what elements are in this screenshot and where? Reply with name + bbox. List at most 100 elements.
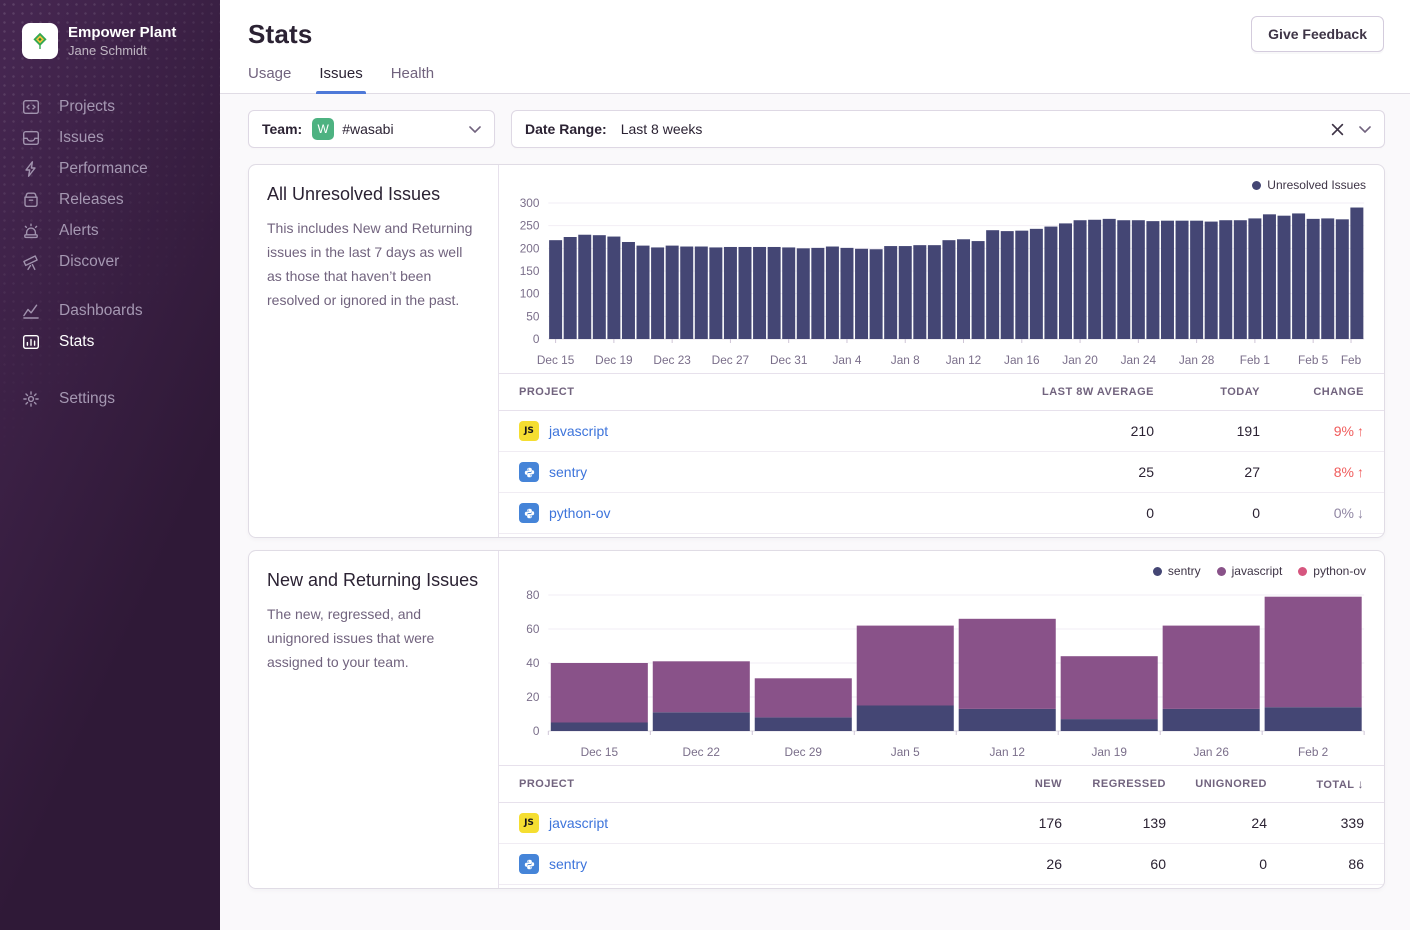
legend-label: python-ov bbox=[1313, 564, 1366, 578]
project-link[interactable]: javascript bbox=[549, 815, 608, 831]
svg-text:Jan 12: Jan 12 bbox=[989, 745, 1025, 759]
org-logo bbox=[22, 23, 58, 59]
sidebar-item-projects[interactable]: Projects bbox=[0, 91, 220, 122]
legend-dot bbox=[1252, 181, 1261, 190]
date-range-label: Date Range: bbox=[525, 121, 607, 137]
project-link[interactable]: sentry bbox=[549, 856, 587, 872]
give-feedback-button[interactable]: Give Feedback bbox=[1251, 16, 1384, 52]
stats-icon bbox=[22, 333, 40, 351]
unresolved-issues-table: PROJECTLAST 8W AVERAGETODAYCHANGE JS javas… bbox=[499, 373, 1384, 537]
bar-chart: 050100150200250300Dec 15Dec 19Dec 23Dec … bbox=[503, 171, 1374, 373]
svg-text:200: 200 bbox=[520, 241, 540, 255]
legend-label: javascript bbox=[1232, 564, 1283, 578]
platform-icon-python bbox=[519, 503, 539, 523]
legend-label: sentry bbox=[1168, 564, 1201, 578]
sidebar-item-label: Issues bbox=[59, 129, 104, 147]
change-cell: 0%↓ bbox=[1260, 505, 1364, 521]
value-cell: 60 bbox=[1062, 856, 1166, 872]
svg-text:Jan 5: Jan 5 bbox=[891, 745, 920, 759]
value-cell: 86 bbox=[1267, 856, 1364, 872]
sidebar-item-label: Dashboards bbox=[59, 302, 143, 320]
sidebar-item-performance[interactable]: Performance bbox=[0, 153, 220, 184]
svg-text:Feb 1: Feb 1 bbox=[1240, 353, 1271, 367]
svg-text:300: 300 bbox=[520, 196, 540, 210]
column-header-today[interactable]: TODAY bbox=[1154, 386, 1260, 398]
value-cell: 210 bbox=[974, 423, 1154, 439]
project-cell: JS javascript bbox=[519, 421, 974, 441]
date-range-select[interactable]: Date Range: Last 8 weeks bbox=[511, 110, 1385, 148]
org-switcher[interactable]: Empower Plant Jane Schmidt bbox=[0, 0, 220, 59]
team-value: #wasabi bbox=[342, 121, 393, 137]
legend-item-unresolved-issues[interactable]: Unresolved Issues bbox=[1252, 178, 1366, 192]
svg-text:Dec 22: Dec 22 bbox=[683, 745, 721, 759]
stats-tabs: Usage Issues Health bbox=[248, 65, 1384, 93]
column-header-project[interactable]: PROJECT bbox=[519, 778, 952, 790]
project-cell: sentry bbox=[519, 462, 974, 482]
sidebar-item-stats[interactable]: Stats bbox=[0, 326, 220, 357]
empower-plant-logo-icon bbox=[29, 30, 51, 52]
sidebar-item-releases[interactable]: Releases bbox=[0, 184, 220, 215]
svg-text:Jan 28: Jan 28 bbox=[1179, 353, 1215, 367]
value-cell: 25 bbox=[974, 464, 1154, 480]
sidebar-item-label: Settings bbox=[59, 390, 115, 408]
sidebar-item-settings[interactable]: Settings bbox=[0, 383, 220, 414]
chevron-down-icon[interactable] bbox=[469, 126, 481, 133]
column-header-last-8w-average[interactable]: LAST 8W AVERAGE bbox=[974, 386, 1154, 398]
releases-icon bbox=[22, 191, 40, 209]
sidebar-item-label: Stats bbox=[59, 333, 94, 351]
legend-item-sentry[interactable]: sentry bbox=[1153, 564, 1201, 578]
sidebar-item-label: Releases bbox=[59, 191, 124, 209]
column-header-project[interactable]: PROJECT bbox=[519, 386, 974, 398]
sidebar: Empower Plant Jane Schmidt Projects Issue… bbox=[0, 0, 220, 930]
sidebar-item-alerts[interactable]: Alerts bbox=[0, 215, 220, 246]
column-header-regressed[interactable]: REGRESSED bbox=[1062, 778, 1166, 790]
panel-description-column: New and Returning Issues The new, regres… bbox=[249, 551, 499, 888]
tab-issues[interactable]: Issues bbox=[319, 65, 362, 93]
team-select[interactable]: Team: W #wasabi bbox=[248, 110, 495, 148]
issues-icon bbox=[22, 129, 40, 147]
platform-icon-python bbox=[519, 462, 539, 482]
tab-usage[interactable]: Usage bbox=[248, 65, 291, 93]
sidebar-item-issues[interactable]: Issues bbox=[0, 122, 220, 153]
sidebar-item-dashboards[interactable]: Dashboards bbox=[0, 295, 220, 326]
table-row: JSjavascript2101919%↑ bbox=[499, 411, 1384, 452]
project-link[interactable]: javascript bbox=[549, 423, 608, 439]
platform-icon-python bbox=[519, 854, 539, 874]
platform-icon-javascript: JS bbox=[519, 421, 539, 441]
table-header-row: PROJECTLAST 8W AVERAGETODAYCHANGE bbox=[499, 374, 1384, 411]
table-row: sentry2660086 bbox=[499, 844, 1384, 885]
sidebar-item-discover[interactable]: Discover bbox=[0, 246, 220, 277]
page-title: Stats bbox=[248, 0, 1384, 50]
tab-health[interactable]: Health bbox=[391, 65, 434, 93]
projects-icon bbox=[22, 98, 40, 116]
column-header-change[interactable]: CHANGE bbox=[1260, 386, 1364, 398]
svg-text:20: 20 bbox=[526, 690, 540, 704]
legend-item-javascript[interactable]: javascript bbox=[1217, 564, 1283, 578]
svg-text:Feb 5: Feb 5 bbox=[1298, 353, 1329, 367]
chevron-down-icon[interactable] bbox=[1359, 126, 1371, 133]
legend-dot bbox=[1153, 567, 1162, 576]
change-cell: 8%↑ bbox=[1260, 464, 1364, 480]
legend-item-python-ov[interactable]: python-ov bbox=[1298, 564, 1366, 578]
column-header-new[interactable]: NEW bbox=[952, 778, 1062, 790]
panel-description: The new, regressed, and unignored issues… bbox=[267, 602, 480, 674]
panel-all-unresolved-issues: All Unresolved Issues This includes New … bbox=[248, 164, 1385, 538]
performance-icon bbox=[22, 160, 40, 178]
column-header-unignored[interactable]: UNIGNORED bbox=[1166, 778, 1267, 790]
svg-text:Jan 4: Jan 4 bbox=[833, 353, 862, 367]
settings-icon bbox=[22, 390, 40, 408]
table-row: sentry25278%↑ bbox=[499, 452, 1384, 493]
svg-text:Dec 31: Dec 31 bbox=[770, 353, 808, 367]
table-body: JSjavascript2101919%↑sentry25278%↑python… bbox=[499, 411, 1384, 537]
value-cell: 0 bbox=[1154, 505, 1260, 521]
sidebar-item-label: Performance bbox=[59, 160, 148, 178]
project-link[interactable]: sentry bbox=[549, 464, 587, 480]
svg-text:80: 80 bbox=[526, 588, 540, 602]
column-header-total[interactable]: TOTAL↓ bbox=[1267, 777, 1364, 791]
project-link[interactable]: python-ov bbox=[549, 505, 610, 521]
platform-icon-javascript: JS bbox=[519, 813, 539, 833]
nav-section: Dashboards Stats bbox=[0, 295, 220, 357]
clear-date-range-icon[interactable] bbox=[1331, 123, 1344, 136]
table-body: JSjavascript17613924339sentry2660086 bbox=[499, 803, 1384, 888]
svg-text:60: 60 bbox=[526, 622, 540, 636]
